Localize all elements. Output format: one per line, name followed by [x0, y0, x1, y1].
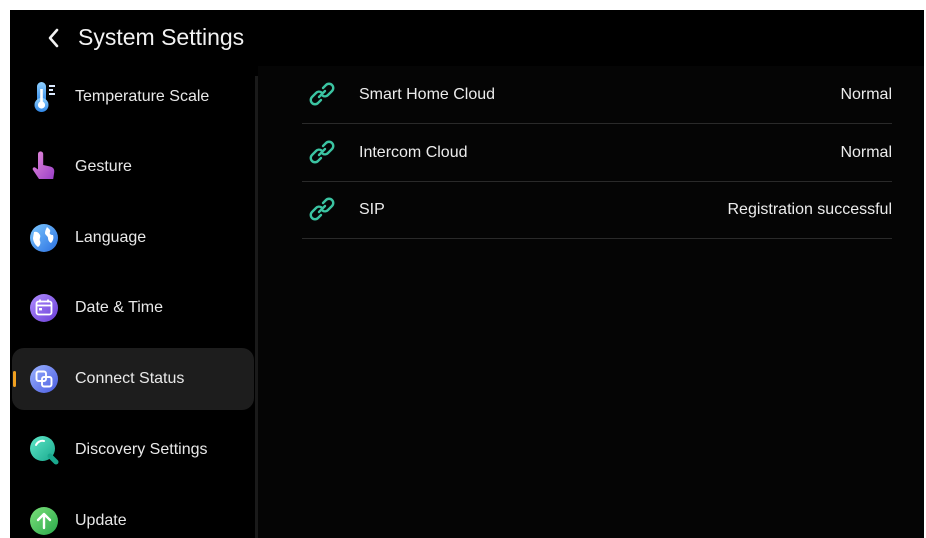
sidebar-item-discovery-settings[interactable]: Discovery Settings: [12, 419, 254, 481]
sidebar-item-date-time[interactable]: Date & Time: [12, 277, 254, 339]
status-label: SIP: [359, 201, 385, 218]
sidebar-item-label: Date & Time: [75, 299, 164, 316]
status-row-sip[interactable]: SIP Registration successful: [302, 181, 892, 239]
sidebar-item-label: Update: [75, 512, 127, 529]
link-icon: [309, 197, 335, 221]
sidebar-item-label: Gesture: [75, 158, 132, 175]
discovery-icon: [30, 436, 59, 465]
connect-status-icon: [30, 365, 58, 393]
globe-icon: [30, 224, 58, 252]
status-label: Smart Home Cloud: [359, 86, 496, 103]
status-value: Registration successful: [727, 201, 892, 218]
sidebar-item-temperature-scale[interactable]: Temperature Scale: [12, 66, 254, 128]
sidebar-item-label: Discovery Settings: [75, 441, 208, 458]
status-row-intercom-cloud[interactable]: Intercom Cloud Normal: [302, 124, 892, 182]
sidebar-item-connect-status[interactable]: Connect Status: [12, 348, 254, 410]
status-value: Normal: [840, 86, 892, 103]
calendar-icon: [30, 294, 58, 322]
back-button[interactable]: [40, 24, 68, 52]
header-bar: System Settings: [10, 10, 924, 66]
sidebar-item-label: Connect Status: [75, 370, 185, 387]
link-icon: [309, 82, 335, 106]
sidebar-item-label: Language: [75, 229, 147, 246]
status-label: Intercom Cloud: [359, 144, 468, 161]
active-indicator: [13, 371, 16, 387]
status-value: Normal: [840, 144, 892, 161]
sidebar-item-language[interactable]: Language: [12, 207, 254, 269]
page-title: System Settings: [78, 24, 245, 50]
sidebar-item-gesture[interactable]: Gesture: [12, 136, 254, 198]
connect-status-panel: Smart Home Cloud Normal Intercom Cloud N…: [258, 66, 924, 538]
sidebar-item-label: Temperature Scale: [75, 88, 210, 105]
link-icon: [309, 140, 335, 164]
update-arrow-icon: [30, 507, 58, 535]
thermometer-icon: [34, 82, 55, 112]
chevron-left-icon: [48, 28, 59, 48]
device-screen: System Settings Temperature Scale Gestur…: [10, 10, 924, 538]
status-row-smart-home-cloud[interactable]: Smart Home Cloud Normal: [302, 66, 892, 124]
sidebar: Temperature Scale Gesture Language Date …: [10, 66, 254, 538]
sidebar-item-update[interactable]: Update: [12, 490, 254, 538]
hand-pointer-icon: [32, 151, 55, 179]
